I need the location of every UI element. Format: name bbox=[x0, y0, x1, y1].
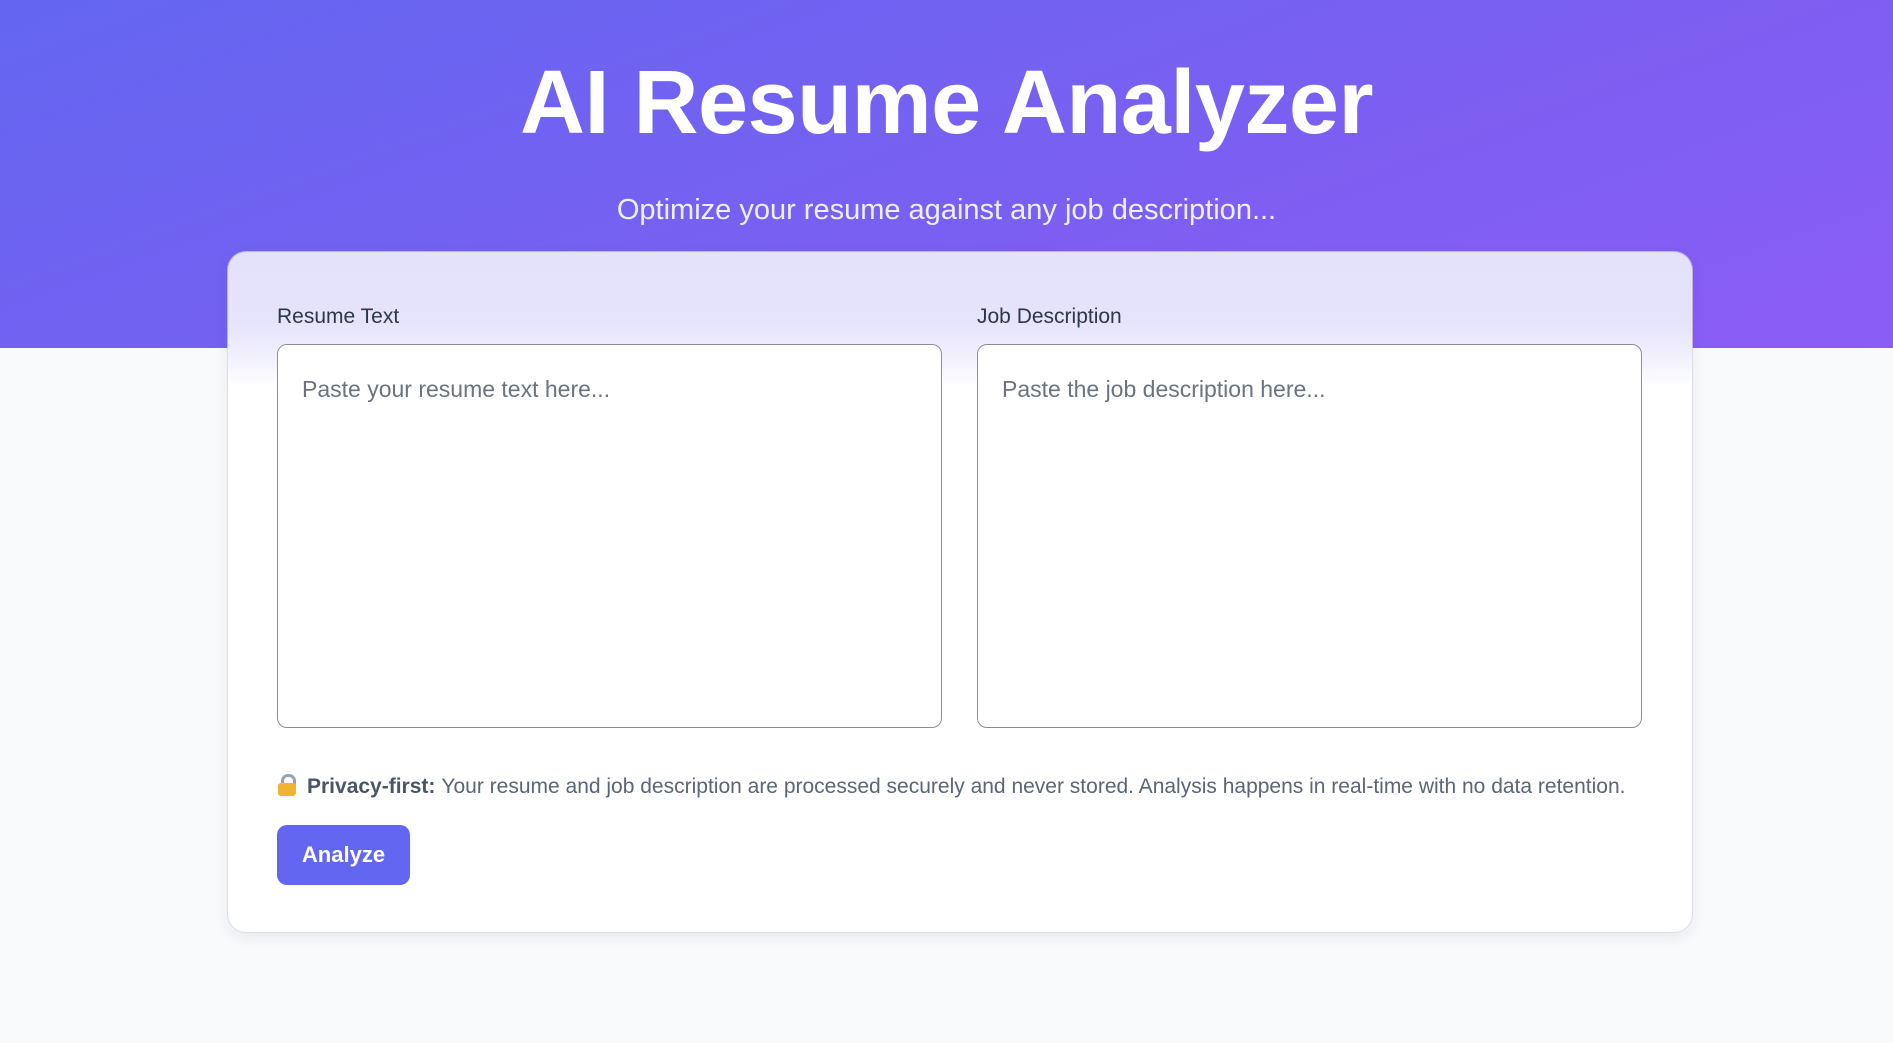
analyze-button[interactable]: Analyze bbox=[277, 825, 410, 885]
page-subtitle: Optimize your resume against any job des… bbox=[616, 194, 1277, 226]
privacy-notice: Privacy-first: Your resume and job descri… bbox=[277, 772, 1657, 802]
job-description-textarea[interactable] bbox=[977, 344, 1642, 728]
analyzer-card: Resume Text Job Description Privacy-firs… bbox=[228, 252, 1692, 932]
resume-textarea[interactable] bbox=[277, 344, 942, 728]
privacy-label: Privacy-first: bbox=[307, 775, 436, 798]
lock-icon bbox=[277, 774, 297, 796]
job-description-field: Job Description bbox=[977, 302, 1642, 728]
job-description-label: Job Description bbox=[977, 305, 1122, 328]
resume-field: Resume Text bbox=[277, 302, 942, 728]
page-title: AI Resume Analyzer bbox=[520, 53, 1374, 153]
privacy-text: Your resume and job description are proc… bbox=[441, 775, 1626, 798]
resume-label: Resume Text bbox=[277, 305, 400, 328]
